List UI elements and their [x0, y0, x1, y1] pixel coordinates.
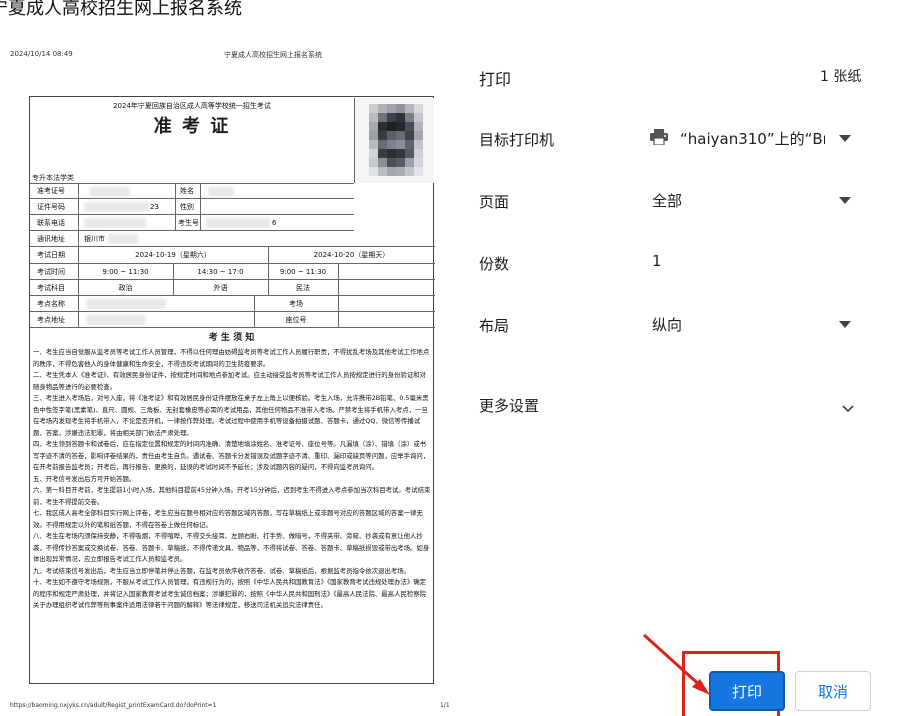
chevron-down-icon — [842, 398, 854, 417]
admission-ticket: 2024年宁夏回族自治区成人高等学校统一招生考试 准 考 证 专升本法学类 准考… — [29, 96, 435, 684]
printer-value: “haiyan310”上的“Broth — [680, 130, 825, 148]
more-settings-toggle[interactable]: 更多设置 — [470, 386, 870, 422]
row-exam-time: 考试时间 9:00 ~ 11:30 14:30 ~ 17:0 9:00 ~ 11… — [30, 264, 435, 280]
preview-header-date: 2024/10/14 08:49 — [10, 50, 73, 58]
ticket-title: 准 考 证 — [153, 116, 231, 137]
pages-value: 全部 — [652, 192, 683, 210]
window-title: 宁夏成人高校招生网上报名系统 — [0, 0, 242, 19]
row-exam-no: 准考证号 姓名 — [30, 183, 354, 199]
cancel-button[interactable]: 取消 — [795, 671, 871, 711]
pages-select[interactable]: 全部 — [646, 182, 866, 218]
photo-mosaic — [369, 104, 423, 176]
chevron-down-icon — [838, 195, 852, 205]
printer-icon — [650, 129, 668, 149]
chevron-down-icon — [838, 319, 852, 329]
copies-input[interactable]: 1 — [646, 244, 866, 280]
print-settings-panel: 打印 1 张纸 目标打印机 “haiyan310”上的“Broth 页面 全部 — [450, 0, 899, 716]
copies-label: 份数 — [479, 255, 510, 273]
print-header: 打印 — [479, 70, 512, 89]
candidate-photo — [354, 98, 434, 183]
row-site-name: 考点名称 考场 — [30, 296, 435, 312]
preview-header-title: 宁夏成人高校招生网上报名系统 — [224, 51, 322, 59]
layout-select[interactable]: 纵向 — [646, 306, 866, 342]
notice-title: 考 生 须 知 — [208, 333, 255, 343]
more-settings-label: 更多设置 — [479, 397, 540, 415]
printer-select[interactable]: “haiyan310”上的“Broth — [646, 120, 866, 156]
printer-label: 目标打印机 — [479, 131, 555, 149]
notice-text: 一、考生应当自觉服从监考员等考试工作人员管理，不得以任何理由妨碍监考员等考试工作… — [33, 348, 431, 609]
copies-value: 1 — [652, 252, 662, 270]
row-phone: 联系电话 考生号 6 — [30, 215, 354, 231]
preview-footer-page: 1/1 — [440, 702, 450, 709]
pages-label: 页面 — [479, 193, 510, 211]
row-address: 通讯地址 银川市 — [30, 231, 435, 247]
chevron-down-icon — [838, 133, 852, 143]
print-preview[interactable]: 2024/10/14 08:49 宁夏成人高校招生网上报名系统 2024年宁夏回… — [0, 38, 450, 716]
ticket-level: 专升本法学类 — [32, 174, 74, 182]
print-dialog: 宁夏成人高校招生网上报名系统 2024/10/14 08:49 宁夏成人高校招生… — [0, 0, 899, 716]
layout-label: 布局 — [479, 317, 510, 335]
row-exam-date: 考试日期 2024-10-19（星期六） 2024-10-20（星期天） — [30, 247, 435, 264]
layout-value: 纵向 — [652, 316, 683, 334]
print-button[interactable]: 打印 — [709, 671, 785, 711]
sheet-count: 1 张纸 — [820, 69, 862, 85]
row-id-no: 证件号码 23 性别 — [30, 199, 354, 215]
preview-footer-url: https://baoming.nxjyks.cn/adult/Regist_p… — [10, 702, 217, 709]
row-site-address: 考点地址 座位号 — [30, 312, 435, 328]
row-exam-subject: 考试科目 政治 外语 民法 — [30, 280, 435, 296]
